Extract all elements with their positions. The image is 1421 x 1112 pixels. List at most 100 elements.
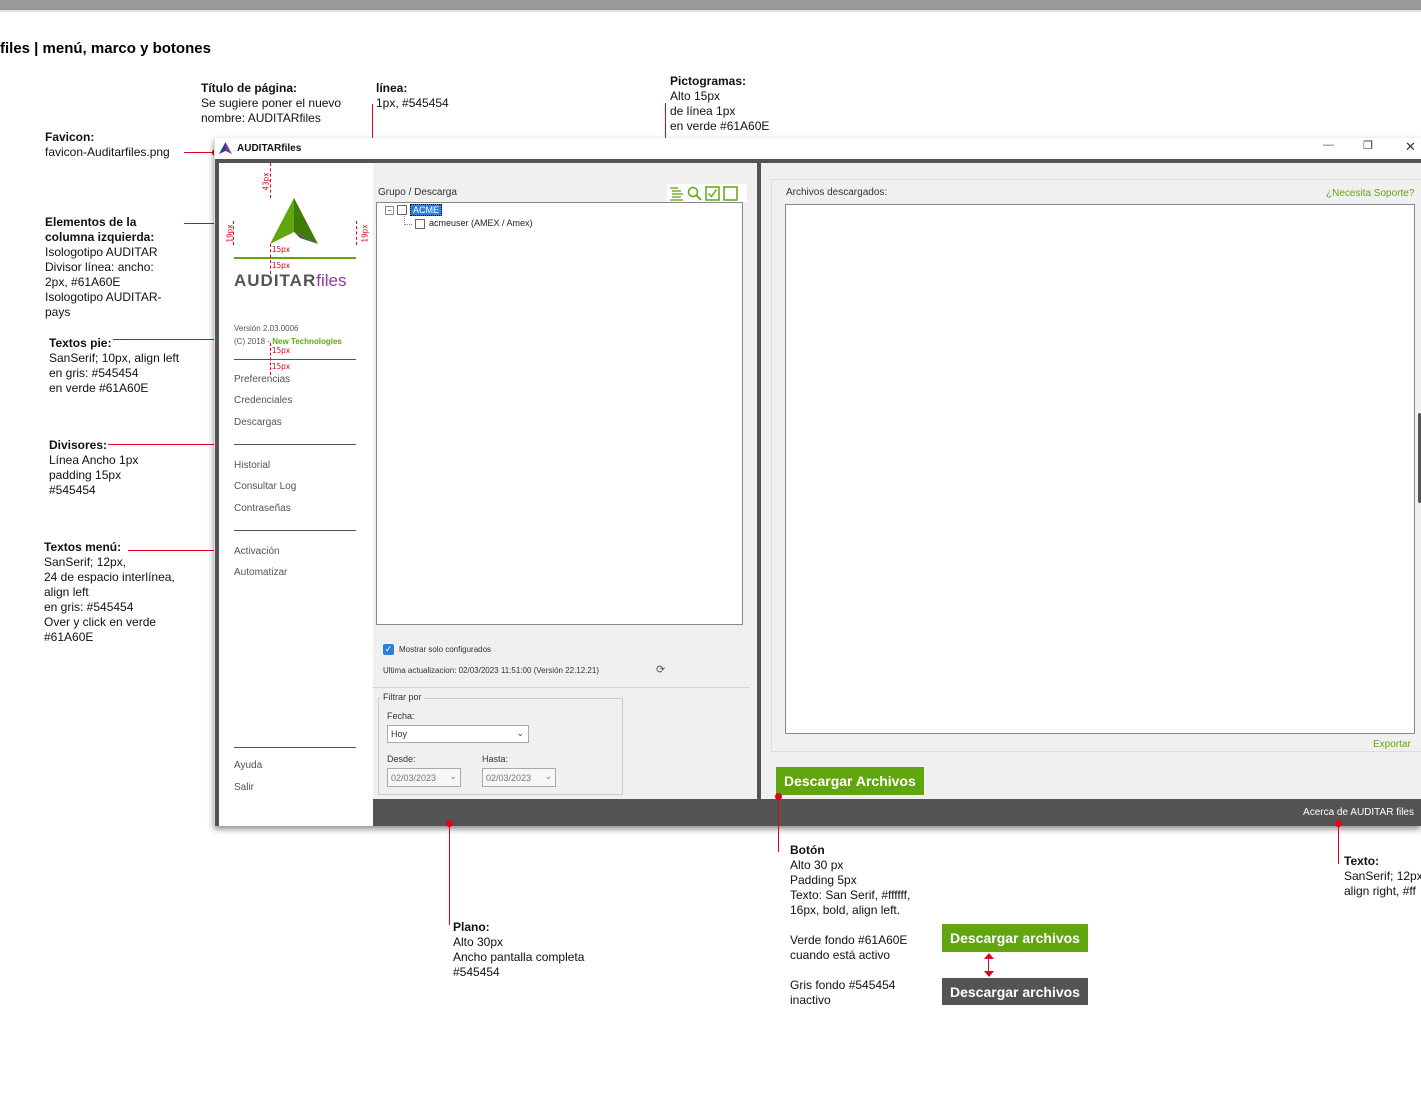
note-line: pays [45,305,71,319]
downloads-panel: Archivos descargados: ¿Necesita Soporte?… [761,163,1421,799]
menu-salir[interactable]: Salir [234,782,254,793]
note-heading: línea: [376,81,408,95]
empty-box-icon[interactable] [723,185,738,201]
note-line: 1px, #545454 [376,96,449,110]
note-line: #545454 [49,483,96,497]
filter-group: Filtrar por Fecha: Hoy ⌄ Desde: 02/03/20… [378,692,623,795]
title-bar: AUDITARfiles — ❐ ✕ [215,138,1421,159]
note-heading: Texto: [1344,854,1380,868]
list-icon[interactable] [669,186,684,201]
sample-active-button[interactable]: Descargar archivos [942,924,1088,952]
fecha-select[interactable]: Hoy ⌄ [387,725,529,743]
note-heading: columna izquierda: [45,230,155,244]
note-line: cuando está activo [790,948,891,962]
chevron-down-icon: ⌄ [544,771,552,781]
pointer-line [1338,824,1339,864]
note-left-column: Elementos de la columna izquierda: Isolo… [45,215,162,320]
note-line: Over y click en verde [44,615,157,629]
note-button: Botón Alto 30 px Padding 5px Texto: San … [790,843,910,918]
downloaded-label: Archivos descargados: [786,187,888,198]
brand-auditar: AUDITAR [234,271,317,290]
note-heading: Título de página: [201,81,297,95]
note-line: align left [44,585,89,599]
menu-automatizar[interactable]: Automatizar [234,567,287,578]
support-link[interactable]: ¿Necesita Soporte? [1326,188,1414,199]
tree-root-label[interactable]: ACME [410,204,443,216]
tree-root-checkbox[interactable] [397,205,407,215]
export-link[interactable]: Exportar [1373,739,1411,750]
sidebar-divider [234,359,356,360]
note-heading: Plano: [453,920,490,934]
measure-label: 15px [272,245,290,254]
note-line: Ancho pantalla completa [453,950,585,964]
menu-consultar-log[interactable]: Consultar Log [234,481,296,492]
tree-toolbar [667,184,747,202]
filter-legend: Filtrar por [381,692,424,702]
app-window: AUDITARfiles — ❐ ✕ AUDITARfiles Versión … [214,138,1421,826]
menu-activacion[interactable]: Activación [234,546,280,557]
menu-credenciales[interactable]: Credenciales [234,395,292,406]
menu-historial[interactable]: Historial [234,460,270,471]
version-text: Versión 2.03.0006 [234,324,299,333]
note-button-active: Verde fondo #61A60E cuando está activo [790,933,907,963]
collapse-toggle-icon[interactable]: − [385,206,394,215]
search-icon[interactable] [687,186,702,201]
note-line: Alto 15px [670,89,721,103]
copyright-line: (C) 2018 - New Technologies [234,337,342,346]
measure-label: 15px [272,261,290,270]
company-link[interactable]: New Technologies [272,337,342,346]
minimize-button[interactable]: — [1323,139,1334,151]
refresh-icon[interactable]: ⟳ [656,663,665,676]
menu-contrasenas[interactable]: Contraseñas [234,503,291,514]
hasta-date-picker[interactable]: 02/03/2023 ⌄ [482,768,556,787]
note-heading: Textos menú: [44,540,122,554]
menu-descargas[interactable]: Descargas [234,417,282,428]
note-line: 16px, bold, align left. [790,903,901,917]
note-heading: Pictogramas: [670,74,747,88]
page-title: files | menú, marco y botones [0,40,211,57]
checked-box-icon[interactable] [705,185,720,201]
arrow-up-icon [984,953,994,959]
sidebar: AUDITARfiles Versión 2.03.0006 (C) 2018 … [219,163,373,826]
note-line: Divisor línea: ancho: [45,260,154,274]
tree-child-label[interactable]: acmeuser (AMEX / Amex) [429,218,533,228]
note-plane: Plano: Alto 30px Ancho pantalla completa… [453,920,584,980]
measure-guide [270,343,271,375]
note-line: inactivo [790,993,831,1007]
download-files-button[interactable]: Descargar Archivos [776,767,924,795]
panel-separator [373,687,750,688]
tree-view[interactable]: − ACME acmeuser (AMEX / Amex) [376,202,743,625]
menu-ayuda[interactable]: Ayuda [234,760,262,771]
note-line-spec: línea: 1px, #545454 [376,81,449,111]
chevron-down-icon: ⌄ [449,771,457,781]
maximize-button[interactable]: ❐ [1363,139,1373,152]
note-line: en verde #61A60E [49,381,149,395]
browser-top-strip [0,0,1421,12]
pointer-line [449,824,450,925]
note-line: #545454 [453,965,500,979]
downloaded-files-list[interactable] [785,204,1415,734]
sample-inactive-button[interactable]: Descargar archivos [942,978,1088,1005]
about-link[interactable]: Acerca de AUDITAR files [1303,807,1414,818]
note-line: align right, #ff [1344,884,1416,898]
tree-label: Grupo / Descarga [378,187,457,198]
note-line: Isologotipo AUDITAR [45,245,158,259]
note-line: Texto: San Serif, #ffffff, [790,888,911,902]
note-heading: Favicon: [45,130,95,144]
fecha-label: Fecha: [387,711,415,721]
note-line: en verde #61A60E [670,119,770,133]
close-button[interactable]: ✕ [1405,139,1416,155]
tree-connector [404,216,412,225]
sidebar-divider [234,444,356,445]
note-line: SanSerif; 12px, [44,555,127,569]
note-line: Se sugiere poner el nuevo [201,96,342,110]
pointer-dot [446,820,453,827]
bottom-bar: Acerca de AUDITAR files [373,799,1421,826]
menu-preferencias[interactable]: Preferencias [234,374,290,385]
note-line: 24 de espacio interlínea, [44,570,175,584]
show-configured-checkbox[interactable]: ✓ [383,644,394,655]
window-title: AUDITARfiles [237,143,302,154]
desde-date-picker[interactable]: 02/03/2023 ⌄ [387,768,461,787]
tree-child-checkbox[interactable] [415,219,425,229]
desde-label: Desde: [387,754,416,764]
